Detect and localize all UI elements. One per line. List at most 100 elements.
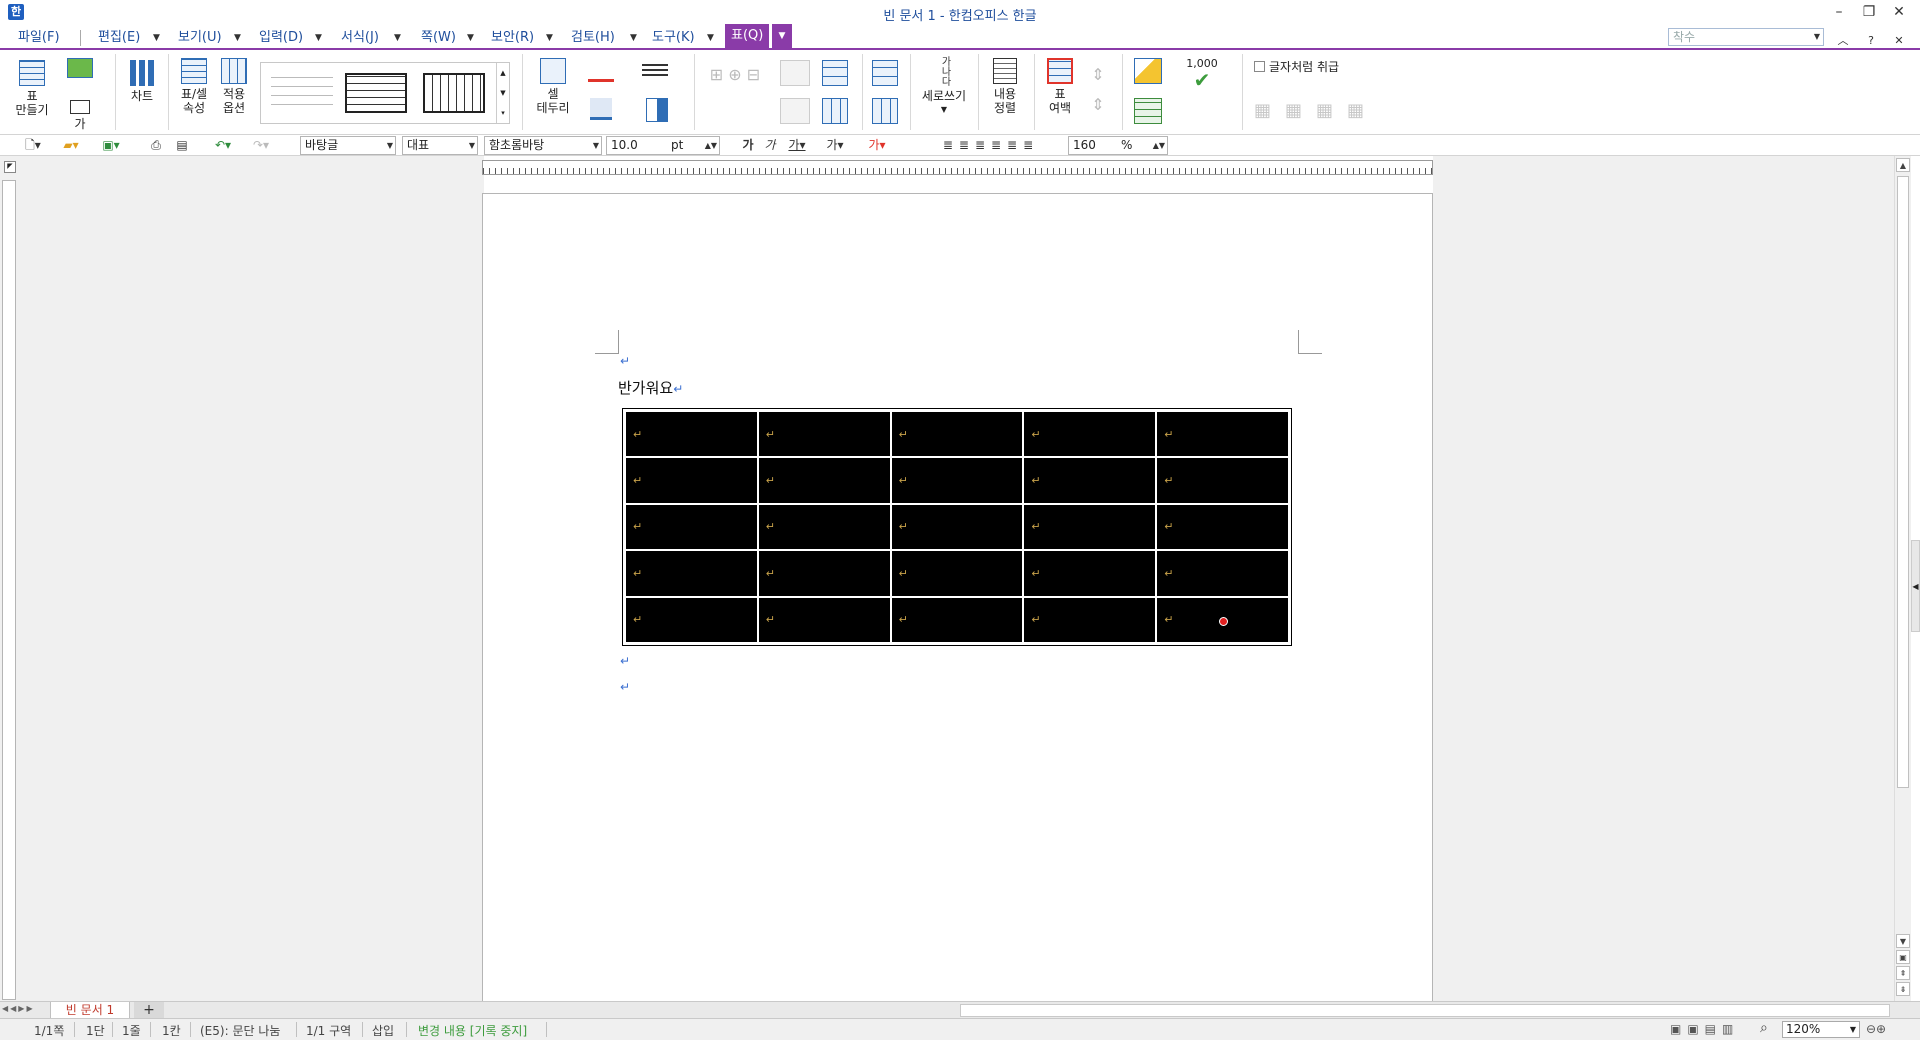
view-mode-icons[interactable]: ▣▣▤▥ [1670, 1022, 1739, 1036]
treat-as-char-checkbox[interactable]: 글자처럼 취급 [1254, 58, 1339, 75]
side-panel-toggle-icon[interactable]: ◀ [1911, 540, 1920, 632]
style-thumb-grid2[interactable] [423, 73, 485, 113]
open-folder-icon[interactable]: ▰▾ [54, 137, 88, 154]
chevron-down-icon[interactable]: ▼ [1814, 29, 1820, 45]
next-page-icon[interactable]: ⇟ [1896, 982, 1910, 996]
menu-edit[interactable]: 편집(E) [98, 28, 140, 48]
row-height-icon[interactable] [822, 60, 848, 86]
chevron-down-icon[interactable]: ▼ [707, 28, 714, 48]
table-margin-button[interactable]: 표 여백 [1040, 58, 1080, 115]
status-line[interactable]: 1줄 [122, 1022, 141, 1039]
status-track-changes[interactable]: 변경 내용 [기록 중지] [418, 1022, 527, 1039]
table-cell[interactable]: ↵ [758, 551, 890, 596]
vertical-scrollbar[interactable]: ▲ ▼ ▣ ⇞ ⇟ [1894, 156, 1911, 1001]
bold-icon[interactable]: 가 [738, 137, 758, 154]
table-cell[interactable]: ↵ [891, 458, 1023, 503]
table-cell[interactable]: ↵ [1024, 412, 1156, 457]
table-cell[interactable]: ↵ [626, 551, 757, 596]
table-cell[interactable]: ↵ [758, 597, 890, 642]
table-cell[interactable]: ↵ [891, 504, 1023, 550]
chevron-down-icon[interactable]: ▼ [394, 28, 401, 48]
table-cell[interactable]: ↵ [758, 504, 890, 550]
table-cell[interactable]: ↵ [1024, 597, 1156, 642]
menu-view[interactable]: 보기(U) [178, 28, 222, 48]
spin-icon[interactable]: ▲▼ [1153, 137, 1165, 154]
cell-props-button[interactable]: 표/셀 속성 [174, 58, 214, 115]
table-make-button[interactable]: 표 만들기 [12, 60, 52, 117]
col-width-icon[interactable] [822, 98, 848, 124]
chevron-down-icon[interactable]: ▼ [234, 28, 241, 48]
chevron-down-icon[interactable]: ▼ [315, 28, 322, 48]
lang-select[interactable]: 대표 ▼ [402, 136, 478, 155]
save-icon[interactable]: ▣▾ [94, 137, 128, 154]
style-select[interactable]: 바탕글 ▼ [300, 136, 396, 155]
status-cell[interactable]: (E5): 문단 나눔 [200, 1022, 280, 1039]
chevron-down-icon[interactable]: ▼ [1850, 1022, 1856, 1037]
scroll-down-icon[interactable]: ▼ [1896, 934, 1910, 948]
table-cell[interactable]: ↵ [891, 551, 1023, 596]
style-thumb-grid[interactable] [345, 73, 407, 113]
content-align-button[interactable]: 내용 정렬 [984, 58, 1026, 115]
checkbox-icon[interactable] [1254, 61, 1265, 72]
status-section[interactable]: 1/1 구역 [306, 1022, 351, 1039]
chevron-down-icon[interactable]: ▼ [153, 28, 160, 48]
formula-icon[interactable] [1134, 98, 1162, 124]
menu-security[interactable]: 보안(R) [491, 28, 534, 48]
add-tab-button[interactable]: + [134, 1002, 164, 1019]
table-cell[interactable]: ↵ [891, 597, 1023, 642]
chevron-down-icon[interactable]: ▼ [630, 28, 637, 48]
menu-insert[interactable]: 입력(D) [259, 28, 303, 48]
apply-option-button[interactable]: 적용 옵션 [214, 58, 254, 115]
align-buttons-icon[interactable]: ≣≣≣≣≣≣ [916, 137, 1066, 154]
horizontal-scrollbar[interactable] [960, 1004, 1890, 1017]
restore-icon[interactable]: ❐ [1858, 3, 1880, 21]
zoom-select[interactable]: 120% ▼ [1782, 1021, 1860, 1038]
gallery-scroll-icon[interactable]: ▲ ▼ ▾ [496, 63, 509, 123]
status-mode[interactable]: 삽입 [372, 1022, 394, 1039]
menu-file[interactable]: 파일(F) [18, 28, 60, 48]
status-page[interactable]: 1/1쪽 [34, 1022, 64, 1039]
ruler-toggle-icon[interactable]: ◤ [4, 161, 16, 173]
insert-col-icon[interactable] [872, 98, 898, 124]
redo-icon[interactable]: ↷▾ [244, 137, 278, 154]
table-cell[interactable]: ↵ [1157, 458, 1288, 503]
menu-table[interactable]: 표(Q) [725, 24, 770, 48]
close-icon[interactable]: ✕ [1888, 3, 1910, 21]
tab-document-1[interactable]: 빈 문서 1 [50, 1002, 130, 1019]
chevron-down-icon[interactable]: ▼ [467, 28, 474, 48]
table-cell[interactable]: ↵ [1157, 504, 1288, 550]
thousand-sep-button[interactable]: 1,000 ✔ [1182, 56, 1222, 90]
fill-color-icon[interactable] [590, 98, 612, 120]
border-color-icon[interactable] [588, 60, 614, 82]
ribbon-collapse-icon[interactable]: ︿ [1832, 32, 1854, 50]
chevron-down-icon[interactable]: ▼ [387, 137, 393, 154]
cell-border-button[interactable]: 셀 테두리 [530, 58, 576, 115]
chevron-down-icon[interactable]: ▼ [546, 28, 553, 48]
zoom-magnifier-icon[interactable]: ⌕ [1760, 1020, 1768, 1036]
line-spacing-select[interactable]: 160% ▲▼ [1068, 136, 1168, 155]
document-table[interactable]: ↵ ↵ ↵ ↵ ↵ ↵ ↵ ↵ ↵ ↵ ↵ ↵ ↵ ↵ ↵ ↵ ↵ ↵ ↵ ↵ … [622, 408, 1292, 646]
tab-nav-icons[interactable]: ◀◀▶▶ [2, 1004, 46, 1017]
style-thumb-dashed[interactable] [271, 73, 333, 113]
status-column[interactable]: 1단 [86, 1022, 105, 1039]
minimize-icon[interactable]: – [1828, 3, 1850, 21]
chevron-down-icon[interactable]: ▼ [916, 103, 972, 117]
italic-icon[interactable]: 가 [760, 137, 780, 154]
menu-review[interactable]: 검토(H) [571, 28, 615, 48]
table-cell[interactable]: ↵ [891, 412, 1023, 457]
wrap-options-icon[interactable]: ▦▦▦▦ [1254, 100, 1424, 122]
merge-split-icon[interactable]: ⊞ ⊕ ⊟ [705, 62, 765, 122]
horizontal-ruler[interactable] [482, 160, 1433, 175]
table-style-gallery[interactable]: ▲ ▼ ▾ [260, 62, 510, 124]
table-cell[interactable]: ↵ [758, 412, 890, 457]
doc-close-icon[interactable]: ✕ [1888, 32, 1910, 50]
vertical-write-button[interactable]: 가나다 세로쓰기 ▼ [916, 56, 972, 117]
new-doc-icon[interactable]: 🗋▾ [18, 137, 48, 154]
font-select[interactable]: 함초롬바탕 ▼ [484, 136, 602, 155]
underline-icon[interactable]: 가▾ [782, 137, 812, 154]
scroll-thumb[interactable] [1897, 176, 1909, 788]
font-color-icon[interactable]: 가▾ [862, 137, 892, 154]
table-cell[interactable]: ↵ [758, 458, 890, 503]
vertical-ruler[interactable] [2, 180, 16, 1000]
menu-format[interactable]: 서식(J) [341, 28, 379, 48]
